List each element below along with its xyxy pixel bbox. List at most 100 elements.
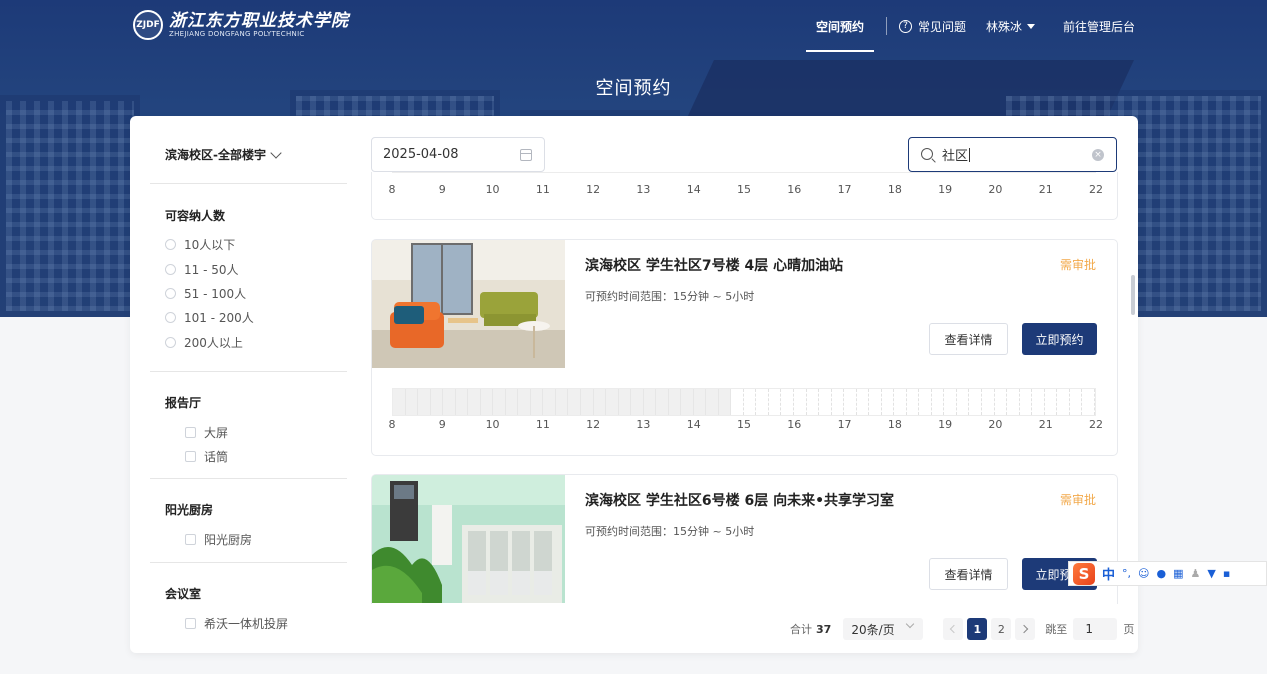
scrollbar-thumb[interactable]	[1131, 275, 1135, 315]
microphone-icon[interactable]: ●	[1156, 567, 1166, 580]
radio-button[interactable]	[165, 337, 176, 348]
campus-selector[interactable]: 滨海校区-全部楼宇	[165, 146, 282, 163]
nav-faq-link[interactable]: ? 常见问题	[898, 18, 966, 35]
time-slot[interactable]	[618, 389, 632, 415]
time-slot[interactable]	[844, 389, 857, 415]
time-slot[interactable]	[819, 389, 832, 415]
capacity-option[interactable]: 10人以下	[165, 236, 235, 253]
sunshine-kitchen-option[interactable]: 阳光厨房	[185, 531, 252, 548]
room-title[interactable]: 滨海校区 学生社区6号楼 6层 向未来•共享学习室	[585, 490, 894, 510]
time-slot[interactable]	[543, 389, 556, 415]
time-slot[interactable]	[430, 389, 444, 415]
time-slot[interactable]	[944, 389, 957, 415]
time-slot[interactable]	[744, 389, 757, 415]
user-icon[interactable]: ♟	[1191, 567, 1201, 580]
time-slot[interactable]	[969, 389, 982, 415]
time-slot[interactable]	[1032, 389, 1045, 415]
time-slot[interactable]	[1057, 389, 1070, 415]
time-slot[interactable]	[480, 389, 494, 415]
time-slot[interactable]	[631, 389, 644, 415]
availability-timeline[interactable]	[392, 172, 1096, 173]
report-hall-option[interactable]: 话筒	[185, 448, 228, 465]
availability-timeline[interactable]	[392, 388, 1096, 416]
capacity-option[interactable]: 200人以上	[165, 334, 243, 351]
time-slot[interactable]	[443, 389, 456, 415]
checkbox[interactable]	[185, 427, 196, 438]
prev-page-button[interactable]	[943, 618, 964, 640]
admin-link[interactable]: 前往管理后台	[1063, 18, 1135, 35]
page-button[interactable]: 2	[991, 618, 1012, 640]
time-slot[interactable]	[832, 389, 845, 415]
skin-icon[interactable]: ▼	[1207, 567, 1215, 580]
capacity-option[interactable]: 101 - 200人	[165, 309, 254, 326]
emoji-icon[interactable]: ☺	[1138, 567, 1149, 580]
time-slot[interactable]	[656, 389, 669, 415]
time-slot[interactable]	[769, 389, 782, 415]
time-slot[interactable]	[1045, 389, 1058, 415]
time-slot[interactable]	[468, 389, 481, 415]
time-slot[interactable]	[857, 389, 870, 415]
room-title[interactable]: 滨海校区 学生社区7号楼 4层 心晴加油站	[585, 255, 843, 275]
ime-punctuation-toggle[interactable]: °,	[1122, 567, 1131, 580]
time-slot[interactable]	[693, 389, 707, 415]
time-slot[interactable]	[681, 389, 694, 415]
date-picker[interactable]: 2025-04-08	[371, 137, 545, 172]
time-slot[interactable]	[1082, 389, 1095, 415]
time-slot[interactable]	[668, 389, 682, 415]
time-slot[interactable]	[756, 389, 769, 415]
next-page-button[interactable]	[1015, 618, 1036, 640]
time-slot[interactable]	[982, 389, 995, 415]
time-slot[interactable]	[1070, 389, 1083, 415]
radio-button[interactable]	[165, 264, 176, 275]
keyboard-icon[interactable]: ▦	[1173, 567, 1183, 580]
meeting-room-option[interactable]: 希沃一体机投屏	[185, 615, 288, 632]
clear-icon[interactable]: ×	[1092, 149, 1104, 161]
time-slot[interactable]	[418, 389, 431, 415]
time-slot[interactable]	[869, 389, 882, 415]
jump-page-input[interactable]: 1	[1073, 618, 1118, 640]
checkbox[interactable]	[185, 451, 196, 462]
time-slot[interactable]	[919, 389, 932, 415]
capacity-option[interactable]: 11 - 50人	[165, 261, 239, 278]
report-hall-option[interactable]: 大屏	[185, 424, 228, 441]
checkbox[interactable]	[185, 618, 196, 629]
page-button[interactable]: 1	[967, 618, 988, 640]
time-slot[interactable]	[568, 389, 581, 415]
capacity-option[interactable]: 51 - 100人	[165, 285, 246, 302]
time-slot[interactable]	[580, 389, 594, 415]
time-slot[interactable]	[794, 389, 807, 415]
time-slot[interactable]	[894, 389, 907, 415]
time-slot[interactable]	[781, 389, 794, 415]
time-slot[interactable]	[718, 389, 732, 415]
time-slot[interactable]	[731, 389, 744, 415]
time-slot[interactable]	[530, 389, 544, 415]
time-slot[interactable]	[1020, 389, 1033, 415]
radio-button[interactable]	[165, 312, 176, 323]
book-now-button[interactable]: 立即预约	[1022, 323, 1097, 355]
view-details-button[interactable]: 查看详情	[929, 323, 1008, 355]
time-slot[interactable]	[405, 389, 419, 415]
search-input[interactable]: 社区 ×	[908, 137, 1117, 172]
school-logo[interactable]: ZJDF 浙江东方职业技术学院 ZHEJIANG DONGFANG POLYTE…	[133, 10, 349, 40]
time-slot[interactable]	[807, 389, 820, 415]
sogou-logo-icon[interactable]: S	[1073, 562, 1095, 585]
radio-button[interactable]	[165, 239, 176, 250]
time-slot[interactable]	[606, 389, 619, 415]
time-slot[interactable]	[882, 389, 895, 415]
time-slot[interactable]	[643, 389, 657, 415]
time-slot[interactable]	[493, 389, 506, 415]
time-slot[interactable]	[995, 389, 1008, 415]
time-slot[interactable]	[393, 389, 406, 415]
time-slot[interactable]	[593, 389, 607, 415]
time-slot[interactable]	[957, 389, 970, 415]
page-size-select[interactable]: 20条/页	[843, 618, 924, 640]
user-menu[interactable]: 林殊冰	[986, 18, 1035, 35]
radio-button[interactable]	[165, 288, 176, 299]
toolbox-icon[interactable]: ▪	[1223, 567, 1230, 580]
ime-language-toggle[interactable]: 中	[1102, 564, 1115, 583]
time-slot[interactable]	[505, 389, 519, 415]
time-slot[interactable]	[555, 389, 569, 415]
time-slot[interactable]	[1007, 389, 1020, 415]
checkbox[interactable]	[185, 534, 196, 545]
time-slot[interactable]	[932, 389, 945, 415]
